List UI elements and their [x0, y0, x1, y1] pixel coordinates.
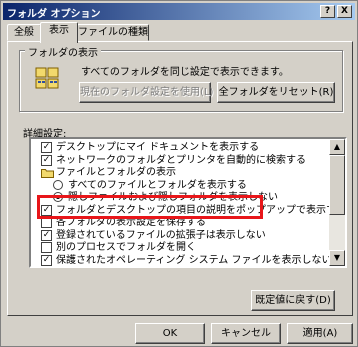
setting-label: 別のプロセスでフォルダを開く	[56, 242, 196, 253]
help-button[interactable]: ?	[320, 5, 335, 18]
setting-label: ファイルとフォルダの表示	[56, 167, 176, 178]
close-button[interactable]: X	[337, 5, 352, 18]
scroll-up-icon[interactable]: ▲	[329, 139, 345, 155]
setting-label: すべてのファイルとフォルダを表示する	[68, 179, 247, 191]
folder-view-legend: フォルダの表示	[25, 44, 101, 59]
setting-checkbox[interactable]: ✓	[41, 229, 52, 241]
window-title: フォルダ オプション	[7, 9, 101, 20]
folder-icon	[41, 169, 54, 178]
folder-view-description: すべてのフォルダを同じ設定で表示できます。	[81, 67, 289, 78]
reset-all-folders-button[interactable]: 全フォルダをリセット(R)	[217, 82, 335, 103]
title-bar[interactable]: フォルダ オプション ? X	[3, 3, 355, 20]
apply-to-all-folders-button[interactable]: 現在のフォルダ設定を使用(L)	[79, 82, 213, 103]
setting-radio[interactable]	[53, 179, 63, 190]
setting-label: 登録されているファイルの拡張子は表示しない	[56, 229, 266, 241]
folder-options-window: フォルダ オプション ? X 全般 表示 ファイルの種類 フォルダの表示 すべて…	[0, 0, 358, 347]
scroll-thumb[interactable]	[329, 155, 345, 215]
cancel-button[interactable]: キャンセル	[211, 323, 281, 344]
tab-view[interactable]: 表示	[40, 22, 78, 43]
setting-checkbox[interactable]: ✓	[41, 154, 52, 166]
setting-label: ネットワークのフォルダとプリンタを自動的に検索する	[56, 154, 306, 166]
ok-button[interactable]: OK	[135, 323, 205, 344]
setting-checkbox[interactable]: ✓	[41, 142, 52, 153]
highlight-box	[37, 195, 263, 219]
restore-defaults-button[interactable]: 既定値に戻す(D)	[251, 290, 335, 311]
setting-label: デスクトップにマイ ドキュメントを表示する	[56, 142, 260, 153]
apply-button[interactable]: 適用(A)	[287, 323, 353, 344]
tab-general[interactable]: 全般	[7, 24, 41, 41]
scroll-down-icon[interactable]: ▼	[329, 250, 345, 266]
setting-checkbox[interactable]: ✓	[41, 254, 52, 266]
folder-view-icon	[33, 65, 63, 91]
tab-file-types[interactable]: ファイルの種類	[77, 24, 149, 41]
setting-checkbox[interactable]	[41, 242, 52, 253]
setting-label: 保護されたオペレーティング システム ファイルを表示しない (推奨)	[56, 254, 331, 266]
vertical-scrollbar[interactable]: ▲ ▼	[329, 139, 345, 266]
